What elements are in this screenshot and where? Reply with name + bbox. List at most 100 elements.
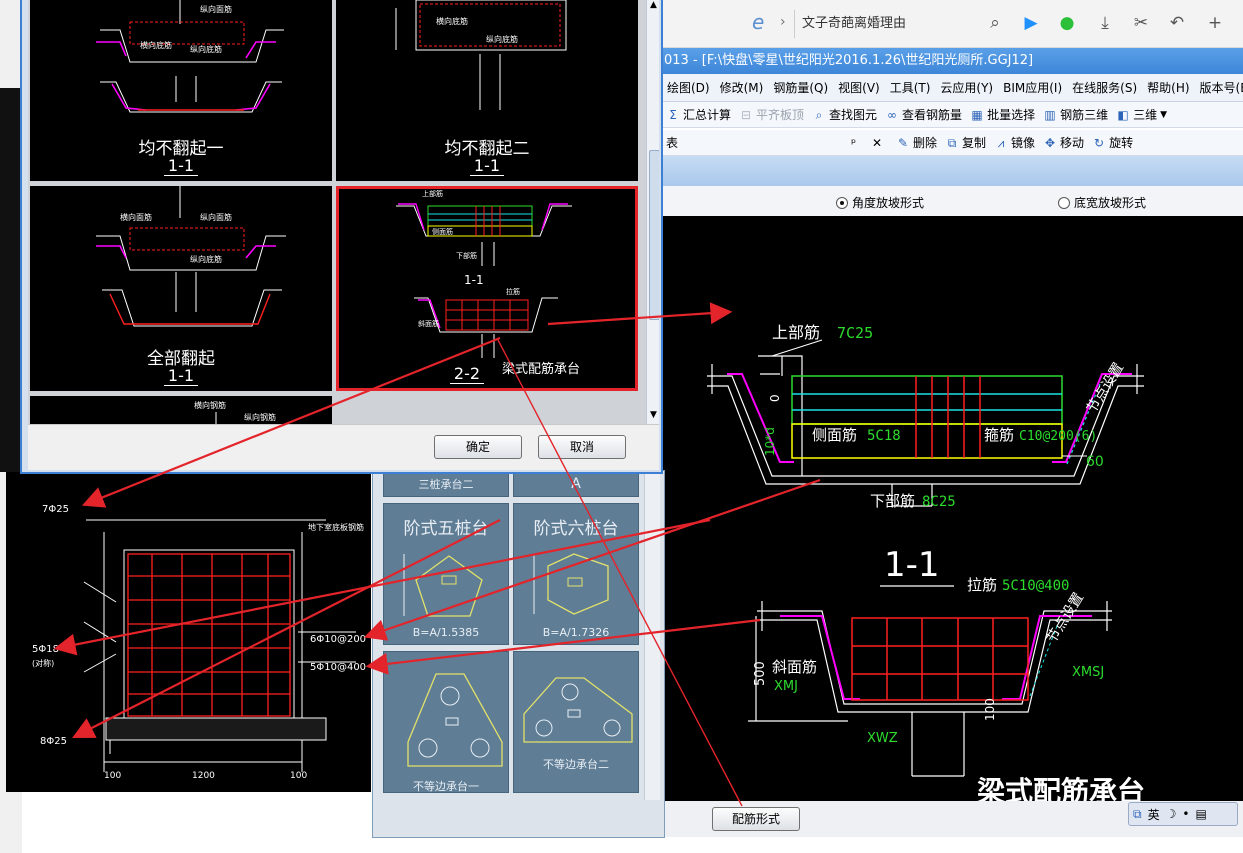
- form-cell-no-bend-1[interactable]: 横向底筋 纵向面筋 纵向底筋 均不翻起一 1-1: [30, 0, 332, 181]
- pin-close-icons[interactable]: ᵖ ✕: [851, 136, 888, 150]
- wechat-icon[interactable]: ●: [1056, 12, 1078, 34]
- hexagon-shape-icon: [533, 553, 609, 615]
- main-cad-drawing: 上部筋 7C25 侧面筋 5C18 箍筋 C10@200(6) 下部筋 8C25…: [662, 216, 1243, 801]
- slope-bar-label: 斜面筋: [772, 658, 817, 676]
- cell-section: 1-1: [30, 156, 332, 176]
- stirrup-label: 箍筋: [984, 426, 1014, 444]
- left-label-tie1: 6Φ10@200: [310, 634, 366, 645]
- template-dim-a: A: [571, 476, 581, 492]
- side-bar-value: 5C18: [867, 428, 901, 444]
- menu-tools[interactable]: 工具(T): [885, 79, 936, 96]
- cancel-button[interactable]: 取消: [538, 435, 626, 459]
- scissors-icon[interactable]: ✂: [1130, 12, 1152, 34]
- view-3d-dropdown[interactable]: ◧ 三维 ▼: [1112, 106, 1171, 123]
- ime-logo-icon[interactable]: ⧉: [1133, 807, 1142, 822]
- rotate-button[interactable]: ↻ 旋转: [1088, 134, 1137, 151]
- ok-button[interactable]: 确定: [434, 435, 522, 459]
- cell4-label-tie: 拉筋: [506, 287, 520, 296]
- template-unequal-1-title: 不等边承台一: [413, 780, 479, 793]
- move-button[interactable]: ✥ 移动: [1039, 134, 1088, 151]
- cell-section: 1-1: [336, 156, 638, 176]
- ime-lang[interactable]: 英: [1148, 806, 1160, 823]
- bottom-bar-label: 下部筋: [870, 492, 915, 510]
- template-unequal-2[interactable]: 不等边承台二: [513, 651, 639, 793]
- undo-icon[interactable]: ↶: [1166, 12, 1188, 34]
- browser-search-text[interactable]: 文子奇葩离婚理由: [802, 12, 982, 36]
- radio-dot-selected[interactable]: [836, 196, 848, 209]
- menu-view[interactable]: 视图(V): [833, 79, 885, 96]
- mirror-icon: ⩘: [997, 135, 1005, 150]
- menu-online[interactable]: 在线服务(S): [1067, 79, 1142, 96]
- template-three-pile-2[interactable]: 三桩承台二: [383, 471, 509, 497]
- batch-select-button[interactable]: ▦ 批量选择: [966, 106, 1039, 123]
- template-step-five-pile[interactable]: 阶式五桩台 B=A/1.5385: [383, 503, 509, 645]
- rebar-3d-button[interactable]: ▥ 钢筋三维: [1039, 106, 1112, 123]
- download-icon[interactable]: ⤓: [1094, 12, 1116, 34]
- menu-draw[interactable]: 绘图(D): [662, 79, 715, 96]
- radio-width-slope-label: 底宽放坡形式: [1074, 196, 1147, 210]
- new-tab-icon[interactable]: +: [1204, 12, 1226, 34]
- radio-width-slope[interactable]: 底宽放坡形式: [1058, 194, 1146, 211]
- scroll-down-icon[interactable]: ▼: [650, 410, 657, 420]
- find-element-button[interactable]: ⌕ 查找图元: [808, 106, 881, 123]
- bottom-title: 梁式配筋承台: [976, 775, 1145, 801]
- sum-calc-button[interactable]: Σ 汇总计算: [662, 106, 735, 123]
- template-step-six-pile-formula: B=A/1.7326: [542, 626, 610, 639]
- glasses-icon: ∞: [887, 107, 898, 122]
- template-unequal-1[interactable]: 不等边承台一: [383, 651, 509, 793]
- menu-bim[interactable]: BIM应用(I): [998, 79, 1067, 96]
- dialog-footer: 确定 取消: [28, 424, 659, 470]
- dropdown-arrow-icon: ▼: [1160, 109, 1168, 120]
- gallery-scrollbar[interactable]: ▲ ▼: [646, 0, 659, 424]
- template-list-scrollbar[interactable]: [644, 470, 660, 800]
- search-icon[interactable]: ⌕: [984, 12, 1006, 34]
- form-cell-all-bend[interactable]: 横向面筋 纵向面筋 纵向底筋 全部翻起 1-1: [30, 186, 332, 391]
- radio-angle-slope[interactable]: 角度放坡形式: [836, 194, 924, 211]
- sum-calc-label: 汇总计算: [683, 108, 732, 122]
- template-step-five-pile-formula: B=A/1.5385: [412, 626, 480, 639]
- chevron-right-icon[interactable]: ›: [780, 14, 786, 30]
- play-icon[interactable]: ▶: [1020, 12, 1042, 34]
- moon-icon[interactable]: ☽: [1166, 807, 1177, 821]
- node-setting-label-2: 节点设置: [1044, 590, 1087, 646]
- rebar-3d-label: 钢筋三维: [1060, 108, 1109, 122]
- align-slab-top-button[interactable]: ⊟ 平齐板顶: [735, 106, 808, 123]
- form-cell-partial[interactable]: 横向钢筋 纵向钢筋: [30, 396, 332, 424]
- menu-help[interactable]: 帮助(H): [1142, 79, 1194, 96]
- menu-rebar[interactable]: 钢筋量(Q): [768, 79, 833, 96]
- cell1-label-vert-top: 纵向面筋: [200, 4, 232, 14]
- scrollbar-thumb[interactable]: [649, 150, 659, 320]
- skin-icon[interactable]: ▤: [1195, 807, 1206, 821]
- radio-dot[interactable]: [1058, 196, 1070, 209]
- cell3-label-vert-top: 纵向面筋: [200, 212, 232, 222]
- scroll-up-icon[interactable]: ▲: [650, 0, 657, 10]
- dot-icon[interactable]: •: [1182, 807, 1189, 821]
- node-setting-label: 节点设置: [1084, 360, 1127, 416]
- cell-drawing-no-bend-2: 横向底筋 纵向底筋: [395, 0, 567, 110]
- view-rebar-qty-button[interactable]: ∞ 查看钢筋量: [881, 106, 966, 123]
- menu-modify[interactable]: 修改(M): [715, 79, 769, 96]
- batch-select-label: 批量选择: [987, 108, 1036, 122]
- copy-label: 复制: [962, 136, 987, 150]
- template-blank-top[interactable]: A: [513, 471, 639, 497]
- form-cell-beam-cap[interactable]: 1-1 上部筋 侧面筋 下部筋 拉筋 斜面筋 2-2 梁式配筋承台: [336, 186, 638, 391]
- cell-drawing-partial: 横向钢筋 纵向钢筋: [194, 400, 276, 424]
- ime-toolbar[interactable]: ⧉ 英 ☽ • ▤: [1128, 802, 1238, 826]
- top-rebar-box: [791, 375, 1063, 425]
- top-bar-value: 7C25: [837, 324, 873, 342]
- delete-button[interactable]: ✎ 删除: [892, 134, 941, 151]
- form-cell-no-bend-2[interactable]: 横向底筋 纵向底筋 均不翻起二 1-1: [336, 0, 638, 181]
- panel-tab[interactable]: 表 ᵖ ✕: [662, 134, 892, 151]
- ie-logo-icon[interactable]: e: [752, 10, 764, 34]
- menu-version[interactable]: 版本号(B): [1195, 79, 1243, 96]
- copy-button[interactable]: ⧉ 复制: [941, 134, 990, 151]
- leader-top: [771, 339, 823, 357]
- template-step-six-pile[interactable]: 阶式六桩台 B=A/1.7326: [513, 503, 639, 645]
- rebar-config-button[interactable]: 配筋形式: [712, 807, 800, 831]
- mirror-button[interactable]: ⩘ 镜像: [990, 134, 1039, 151]
- menu-cloud[interactable]: 云应用(Y): [935, 79, 998, 96]
- top-bar-label: 上部筋: [772, 323, 820, 342]
- cell4-label-bottom: 下部筋: [456, 251, 477, 260]
- cell5-label-horiz-bar: 横向钢筋: [194, 400, 226, 410]
- cell4-label-slope: 斜面筋: [418, 319, 439, 328]
